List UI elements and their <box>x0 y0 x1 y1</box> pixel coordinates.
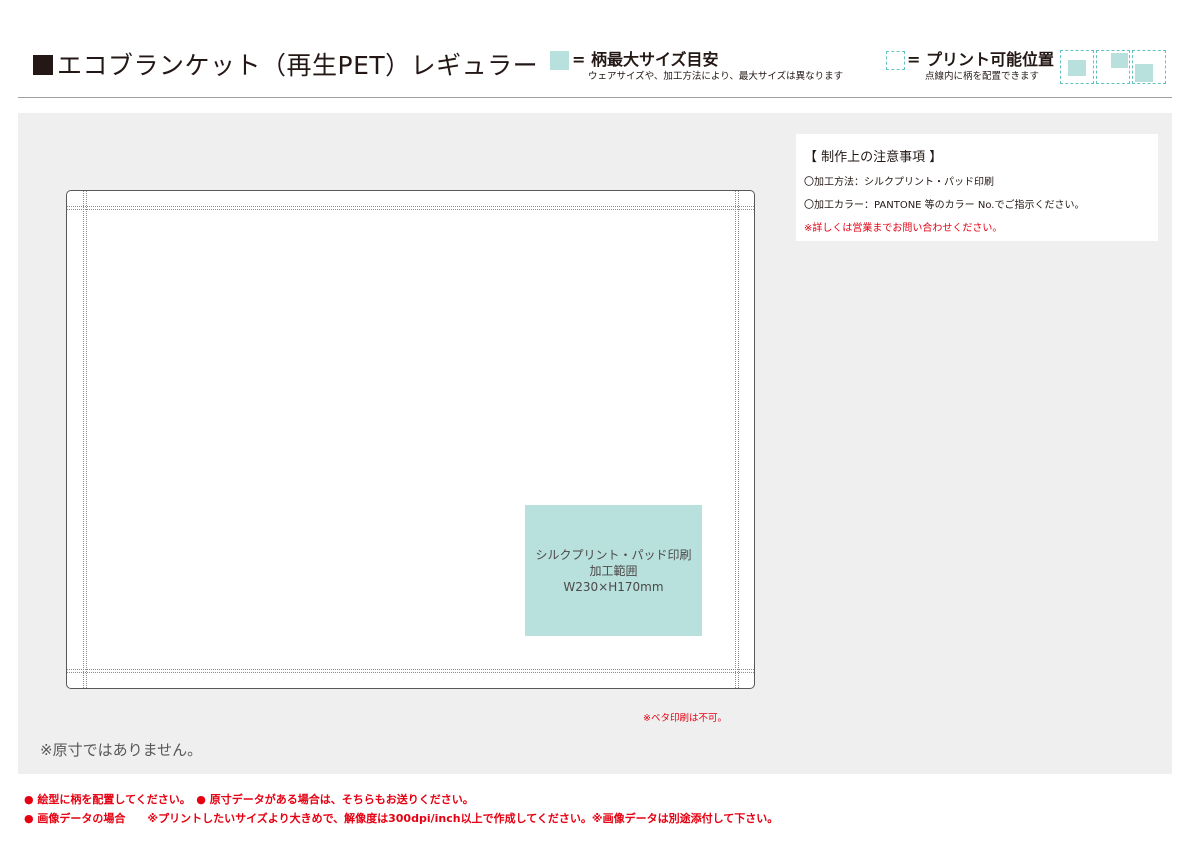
footer-line-2: ● 画像データの場合 ※プリントしたいサイズより大きめで、解像度は300dpi/… <box>24 812 779 825</box>
position-top-right-icon <box>1096 50 1130 84</box>
note-color: 〇加工カラー：PANTONE 等のカラー No.でご指示ください。 <box>804 200 1085 211</box>
note-contact: ※詳しくは営業までお問い合わせください。 <box>804 223 1003 234</box>
legend-pattern-note: ウェアサイズや、加工方法により、最大サイズは異なります <box>588 71 844 82</box>
print-area-size: W230×H170mm <box>563 579 664 594</box>
note-method: 〇加工方法：シルクプリント・パッド印刷 <box>804 177 994 188</box>
stitch-top-1 <box>67 206 754 207</box>
position-center-icon <box>1060 50 1094 84</box>
stitch-right-1 <box>735 191 736 688</box>
stitch-top-2 <box>67 209 754 210</box>
stitch-left-1 <box>83 191 84 688</box>
legend-print-label: = プリント可能位置 <box>907 50 1054 69</box>
stitch-bottom-2 <box>67 672 754 673</box>
stitch-left-2 <box>86 191 87 688</box>
notes-title: 【 制作上の注意事項 】 <box>804 150 943 165</box>
legend-pattern-swatch <box>550 51 569 70</box>
not-actual-size-note: ※原寸ではありません。 <box>40 741 203 759</box>
pattern-size-swatch-icon <box>550 51 569 70</box>
legend-print-swatch <box>886 51 905 70</box>
stitch-bottom-1 <box>67 669 754 670</box>
print-area: シルクプリント・パッド印刷 加工範囲 W230×H170mm <box>525 505 702 636</box>
square-bullet-icon <box>33 55 53 75</box>
dashed-box-icon <box>886 51 905 70</box>
header-divider <box>18 97 1172 98</box>
beta-print-note: ※ベタ印刷は不可。 <box>643 713 727 724</box>
legend-pattern-label: = 柄最大サイズ目安 <box>572 50 719 69</box>
footer-line-1: ● 絵型に柄を配置してください。 ● 原寸データがある場合は、そちらもお送りくだ… <box>24 793 474 806</box>
position-bottom-right-icon <box>1132 50 1166 84</box>
print-area-label: 加工範囲 <box>589 563 638 578</box>
stitch-right-2 <box>738 191 739 688</box>
legend-print-note: 点線内に柄を配置できます <box>925 71 1040 82</box>
page-title: エコブランケット（再生PET）レギュラー <box>33 48 538 84</box>
print-area-method: シルクプリント・パッド印刷 <box>535 547 692 562</box>
